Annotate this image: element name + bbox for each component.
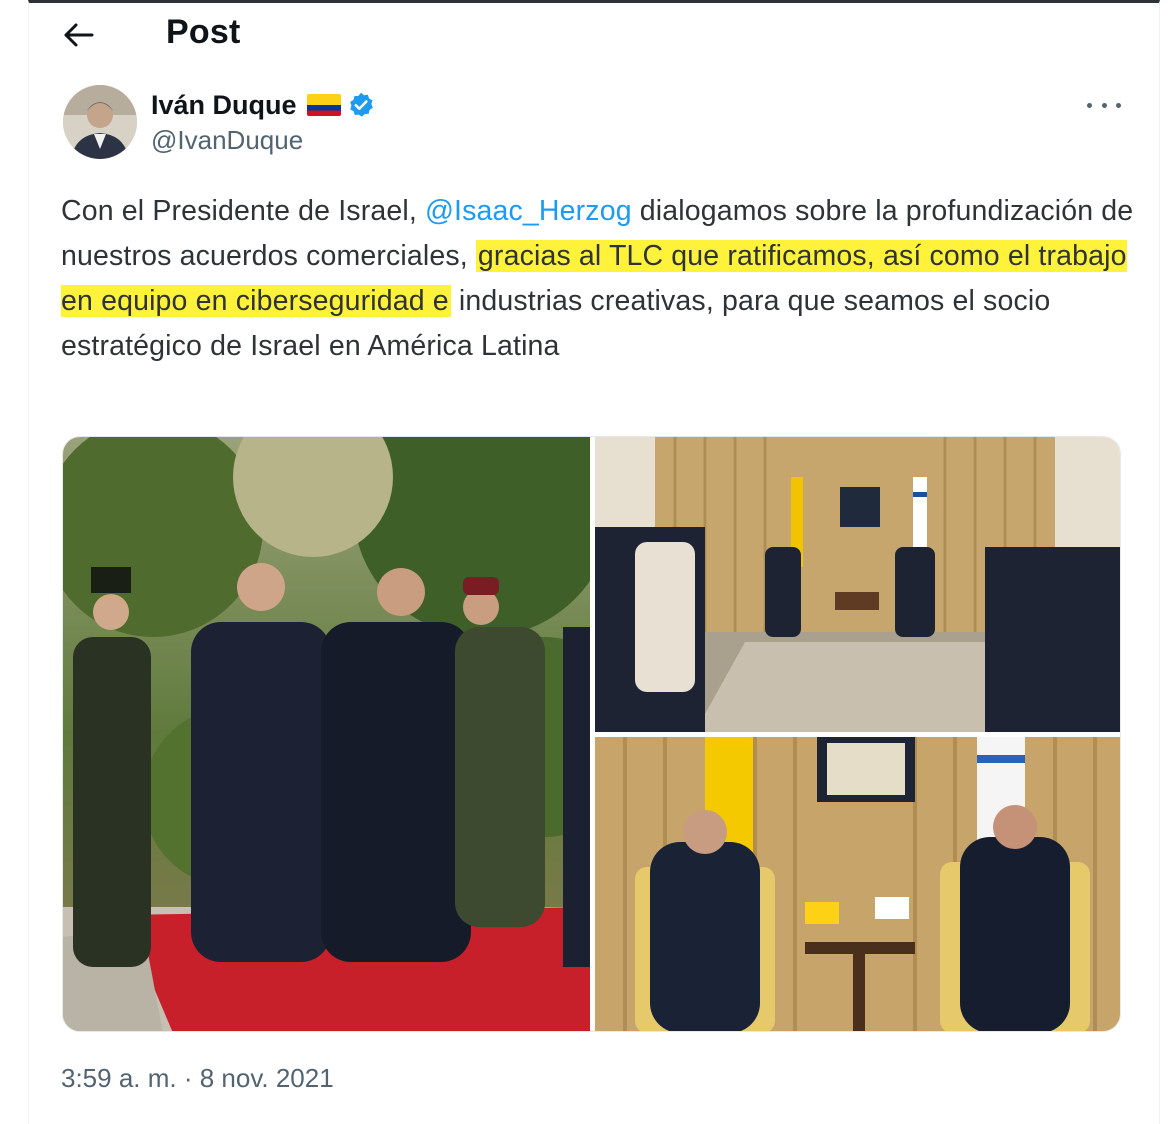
post-timestamp[interactable]: 3:59 a. m. · 8 nov. 2021 xyxy=(61,1063,334,1094)
author-block: Iván Duque @IvanDuque xyxy=(151,87,375,156)
author-handle[interactable]: @IvanDuque xyxy=(151,125,375,156)
author-name[interactable]: Iván Duque xyxy=(151,90,297,121)
more-horizontal-icon xyxy=(1087,102,1092,108)
page-title: Post xyxy=(166,13,241,51)
post-view: Post Iván Duque @IvanDuque Con el Presid… xyxy=(28,0,1160,1124)
colombia-flag-icon xyxy=(306,94,341,116)
avatar[interactable] xyxy=(63,85,137,159)
verified-badge-icon xyxy=(349,92,373,117)
tweet-text-part: Con el Presidente de Israel, xyxy=(61,195,425,227)
media-grid xyxy=(62,436,1121,1032)
photo-delegation-meeting[interactable] xyxy=(595,437,1120,732)
photo-red-carpet[interactable] xyxy=(63,437,590,1031)
back-button[interactable] xyxy=(59,15,99,55)
photo-two-leaders-seated[interactable] xyxy=(595,737,1120,1031)
more-options-button[interactable] xyxy=(1087,91,1121,119)
post-header: Post xyxy=(29,3,1159,65)
mention-link[interactable]: @Isaac_Herzog xyxy=(425,195,632,227)
arrow-left-icon xyxy=(64,23,94,47)
tweet-text: Con el Presidente de Israel, @Isaac_Herz… xyxy=(61,189,1136,369)
